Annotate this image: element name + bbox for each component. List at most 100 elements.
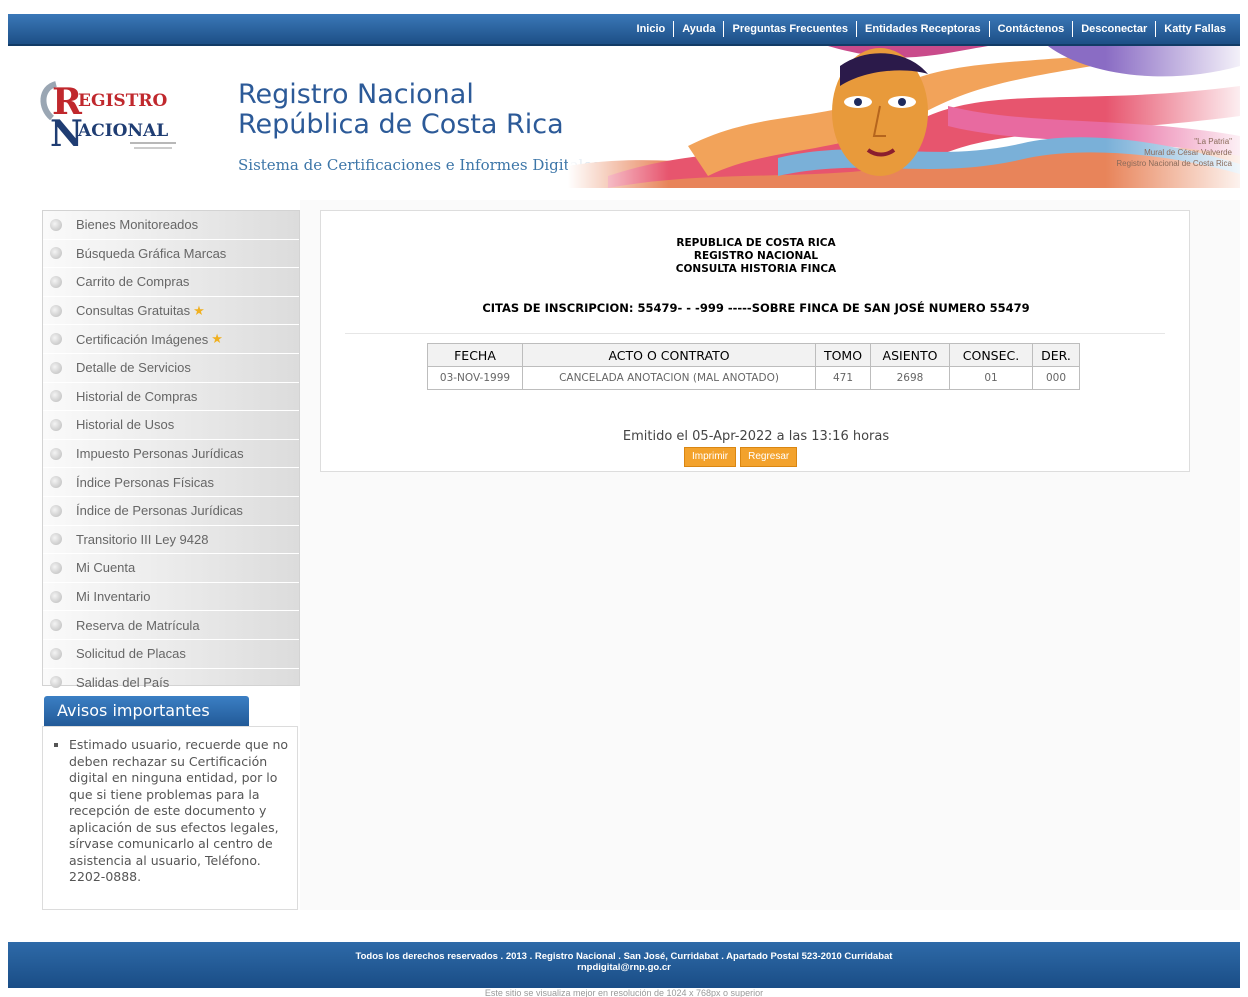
cell-der: 000: [1032, 366, 1080, 390]
avisos-title: Avisos importantes: [44, 696, 249, 726]
bullet-icon: [50, 619, 62, 632]
sidebar-item[interactable]: Mi Cuenta: [43, 554, 299, 583]
bullet-icon: [50, 647, 62, 660]
star-icon: ★: [193, 302, 205, 318]
table-row: 03-NOV-1999 CANCELADA ANOTACION (MAL ANO…: [427, 366, 1080, 390]
sidebar-item-label: Detalle de Servicios: [76, 360, 191, 376]
sidebar-item[interactable]: Carrito de Compras: [43, 268, 299, 297]
bullet-icon: [50, 590, 62, 603]
footer-email-link[interactable]: rnpdigital@rnp.go.cr: [8, 962, 1240, 973]
sidebar-item-label: Carrito de Compras: [76, 274, 190, 290]
site-title: Registro Nacional República de Costa Ric…: [238, 80, 564, 140]
table-header-row: FECHA ACTO O CONTRATO TOMO ASIENTO CONSE…: [427, 343, 1080, 367]
sidebar-menu: Bienes Monitoreados Búsqueda Gráfica Marc…: [42, 210, 300, 698]
sidebar-item[interactable]: Transitorio III Ley 9428: [43, 526, 299, 555]
sidebar-item[interactable]: Reserva de Matrícula: [43, 611, 299, 640]
site-title-line-2: República de Costa Rica: [238, 109, 564, 140]
nav-link-inicio[interactable]: Inicio: [629, 21, 674, 37]
cell-fecha: 03-NOV-1999: [427, 366, 523, 390]
print-button[interactable]: Imprimir: [684, 447, 737, 467]
top-nav-links: Inicio Ayuda Preguntas Frecuentes Entida…: [629, 14, 1240, 44]
divider: [345, 333, 1165, 334]
col-consec: CONSEC.: [949, 343, 1033, 367]
col-asiento: ASIENTO: [870, 343, 950, 367]
col-tomo: TOMO: [815, 343, 871, 367]
aviso-item: Estimado usuario, recuerde que no deben …: [69, 737, 297, 886]
sidebar-item-label: Historial de Compras: [76, 388, 198, 404]
sidebar-item-label: Transitorio III Ley 9428: [76, 531, 209, 547]
sidebar-item[interactable]: Bienes Monitoreados: [43, 211, 299, 240]
star-icon: ★: [211, 331, 223, 347]
col-der: DER.: [1032, 343, 1080, 367]
bullet-icon: [50, 561, 62, 574]
report-header-line-1: REPUBLICA DE COSTA RICA: [676, 237, 836, 249]
sidebar-item-label: Solicitud de Placas: [76, 646, 186, 662]
sidebar-item-label: Mi Inventario: [76, 589, 151, 605]
bullet-icon: [50, 361, 62, 374]
bullet-icon: [50, 533, 62, 546]
historia-table: FECHA ACTO O CONTRATO TOMO ASIENTO CONSE…: [427, 343, 1080, 390]
sidebar-item-label: Mi Cuenta: [76, 560, 136, 576]
sidebar-item[interactable]: Búsqueda Gráfica Marcas: [43, 240, 299, 269]
back-button[interactable]: Regresar: [740, 447, 798, 467]
resolution-note: Este sitio se visualiza mejor en resoluc…: [484, 989, 764, 997]
nav-link-preguntas-frecuentes[interactable]: Preguntas Frecuentes: [723, 21, 856, 37]
nav-link-desconectar[interactable]: Desconectar: [1072, 21, 1155, 37]
sidebar-item[interactable]: Certificación Imágenes ★: [43, 325, 299, 354]
sidebar-item-label: Reserva de Matrícula: [76, 617, 200, 633]
sidebar-item-label: Bienes Monitoreados: [76, 217, 199, 233]
report-header-line-3: CONSULTA HISTORIA FINCA: [675, 263, 837, 275]
cell-tomo: 471: [815, 366, 871, 390]
sidebar-item[interactable]: Índice de Personas Jurídicas: [43, 497, 299, 526]
cell-asiento: 2698: [870, 366, 950, 390]
sidebar-item-label: Índice Personas Físicas: [76, 474, 215, 490]
sidebar-item[interactable]: Consultas Gratuitas ★: [43, 297, 299, 326]
sidebar-item-label: Historial de Usos: [76, 417, 175, 433]
sidebar-item[interactable]: Índice Personas Físicas: [43, 468, 299, 497]
sidebar-item-label: Consultas Gratuitas: [76, 303, 191, 319]
sidebar-item[interactable]: Historial de Usos: [43, 411, 299, 440]
report-header-line-2: REGISTRO NACIONAL: [693, 250, 819, 262]
report-header: REPUBLICA DE COSTA RICA REGISTRO NACIONA…: [321, 237, 1191, 276]
col-acto-contrato: ACTO O CONTRATO: [522, 343, 816, 367]
sidebar-item[interactable]: Solicitud de Placas: [43, 640, 299, 669]
bullet-icon: [50, 333, 62, 346]
nav-link-contactenos[interactable]: Contáctenos: [988, 21, 1073, 37]
citas-inscripcion: CITAS DE INSCRIPCION: 55479- - -999 ----…: [482, 301, 1030, 315]
bullet-icon: [50, 275, 62, 288]
emitido-timestamp: Emitido el 05-Apr-2022 a las 13:16 horas: [622, 429, 890, 444]
cell-consec: 01: [949, 366, 1033, 390]
sidebar-item[interactable]: Salidas del País: [43, 669, 299, 698]
registro-nacional-logo[interactable]: R EGISTRO N ACIONAL: [38, 78, 208, 158]
nav-link-ayuda[interactable]: Ayuda: [673, 21, 723, 37]
sidebar-item[interactable]: Detalle de Servicios: [43, 354, 299, 383]
historia-finca-panel: REPUBLICA DE COSTA RICA REGISTRO NACIONA…: [320, 210, 1190, 472]
avisos-panel: Estimado usuario, recuerde que no deben …: [42, 726, 298, 910]
svg-text:EGISTRO: EGISTRO: [78, 91, 167, 111]
sidebar-item-label: Salidas del País: [76, 674, 170, 690]
footer-copyright: Todos los derechos reservados . 2013 . R…: [355, 951, 893, 962]
sidebar-item-label: Certificación Imágenes: [76, 331, 209, 347]
sidebar-item-label: Índice de Personas Jurídicas: [76, 503, 243, 519]
nav-link-user[interactable]: Katty Fallas: [1155, 21, 1234, 37]
bullet-icon: [50, 247, 62, 260]
bullet-icon: [50, 390, 62, 403]
bullet-icon: [50, 304, 62, 317]
sidebar-item[interactable]: Historial de Compras: [43, 383, 299, 412]
sidebar-item[interactable]: Mi Inventario: [43, 583, 299, 612]
mural-caption: "La Patria" Mural de César Valverde Regi…: [1116, 137, 1232, 168]
site-title-line-1: Registro Nacional: [238, 79, 474, 110]
sidebar-item-label: Impuesto Personas Jurídicas: [76, 446, 244, 462]
bullet-icon: [50, 447, 62, 460]
svg-text:ACIONAL: ACIONAL: [77, 121, 168, 141]
site-footer: Todos los derechos reservados . 2013 . R…: [8, 942, 1240, 988]
cell-acto-contrato: CANCELADA ANOTACION (MAL ANOTADO): [522, 366, 816, 390]
bullet-icon: [50, 504, 62, 517]
bullet-icon: [50, 218, 62, 231]
site-subtitle: Sistema de Certificaciones e Informes Di…: [238, 156, 600, 174]
col-fecha: FECHA: [427, 343, 523, 367]
sidebar-item[interactable]: Impuesto Personas Jurídicas: [43, 440, 299, 469]
bullet-icon: [50, 476, 62, 489]
nav-link-entidades-receptoras[interactable]: Entidades Receptoras: [856, 21, 989, 37]
bullet-icon: [50, 418, 62, 431]
